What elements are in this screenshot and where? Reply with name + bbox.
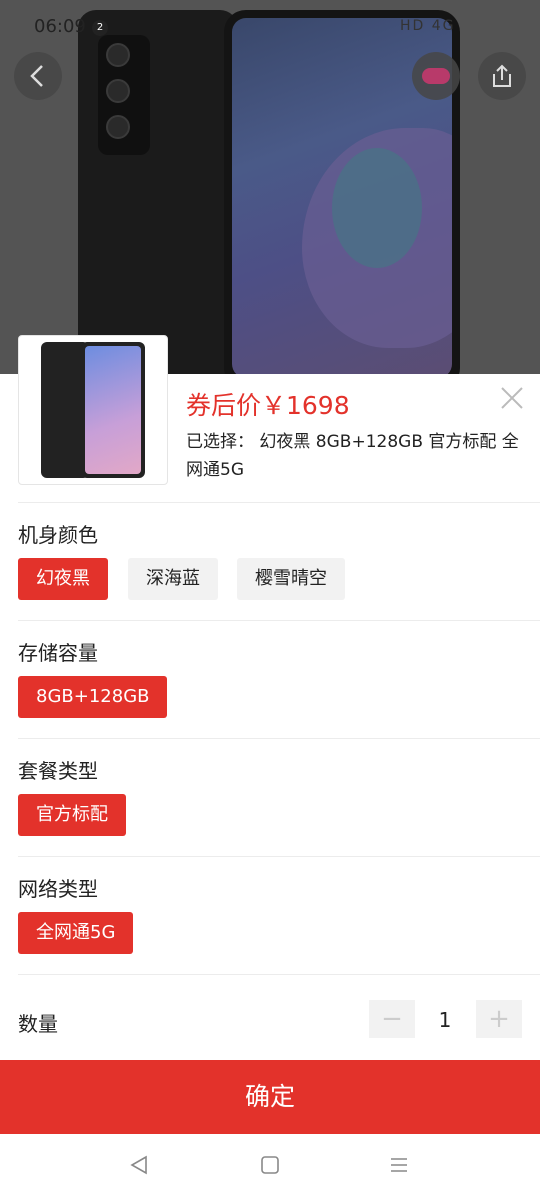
nav-back-icon[interactable] bbox=[128, 1154, 150, 1182]
product-image-background bbox=[0, 0, 540, 375]
share-icon bbox=[493, 64, 511, 87]
option-color-2[interactable]: 深海蓝 bbox=[128, 558, 218, 600]
option-color-3[interactable]: 樱雪晴空 bbox=[237, 558, 345, 600]
divider bbox=[18, 620, 540, 621]
media-toggle[interactable] bbox=[412, 52, 460, 100]
divider bbox=[18, 856, 540, 857]
product-thumbnail bbox=[18, 335, 168, 485]
quantity-value[interactable]: 1 bbox=[430, 1008, 460, 1032]
share-button[interactable] bbox=[478, 52, 526, 100]
option-storage-1[interactable]: 8GB+128GB bbox=[18, 676, 168, 718]
divider bbox=[18, 738, 540, 739]
close-icon bbox=[501, 387, 523, 409]
status-time: 06:09 bbox=[34, 16, 86, 37]
quantity-label: 数量 bbox=[18, 1012, 58, 1036]
option-network-1[interactable]: 全网通5G bbox=[18, 912, 134, 954]
section-title-color: 机身颜色 bbox=[18, 523, 98, 547]
system-icons: HD 4G bbox=[400, 18, 456, 34]
section-title-network: 网络类型 bbox=[18, 877, 98, 901]
system-nav-bar bbox=[0, 1134, 540, 1200]
option-color-1[interactable]: 幻夜黑 bbox=[18, 558, 108, 600]
camera-module bbox=[98, 35, 150, 155]
confirm-button[interactable]: 确定 bbox=[0, 1060, 540, 1134]
back-arrow-icon bbox=[30, 65, 43, 87]
nav-home-icon[interactable] bbox=[259, 1154, 281, 1182]
selected-summary: 已选择： 幻夜黑 8GB+128GB 官方标配 全网通5G bbox=[186, 432, 519, 480]
close-button[interactable] bbox=[500, 386, 524, 416]
section-title-storage: 存储容量 bbox=[18, 641, 98, 665]
quantity-decrease-button[interactable]: − bbox=[369, 1000, 415, 1038]
back-button[interactable] bbox=[14, 52, 62, 100]
status-bar: 06:09 2 HD 4G bbox=[0, 0, 540, 50]
quantity-increase-button[interactable]: + bbox=[476, 1000, 522, 1038]
option-package-1[interactable]: 官方标配 bbox=[18, 794, 126, 836]
notification-badge: 2 bbox=[92, 20, 108, 36]
nav-menu-icon[interactable] bbox=[388, 1154, 410, 1182]
price-label: 券后价￥1698 bbox=[186, 391, 350, 420]
divider bbox=[18, 974, 540, 975]
divider bbox=[18, 502, 540, 503]
section-title-package: 套餐类型 bbox=[18, 759, 98, 783]
